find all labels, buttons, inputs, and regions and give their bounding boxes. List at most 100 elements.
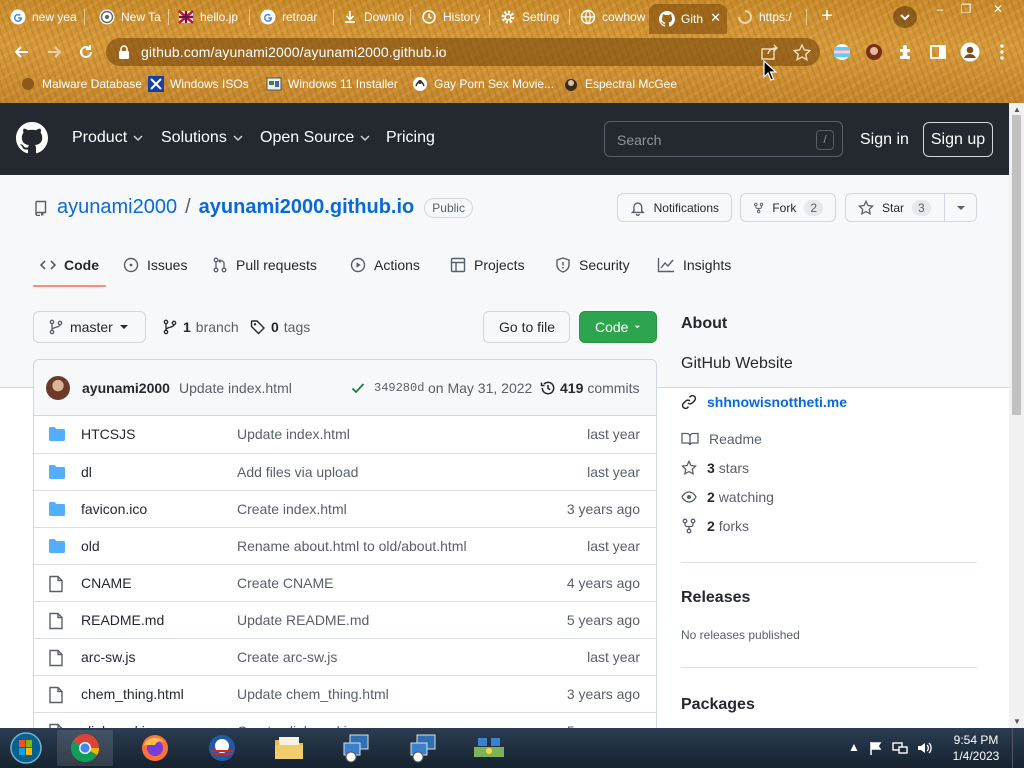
file-name-link[interactable]: chem_thing.html xyxy=(81,686,184,702)
sign-in-link[interactable]: Sign in xyxy=(860,131,909,149)
branches-link[interactable]: 1 branch xyxy=(162,319,239,335)
show-hidden-icons-arrow-icon[interactable]: ▲ xyxy=(848,740,860,754)
readme-link[interactable]: Readme xyxy=(681,431,762,447)
file-commit-message-link[interactable]: Create index.html xyxy=(237,501,347,517)
file-name-link[interactable]: README.md xyxy=(81,612,164,628)
tab-actions[interactable]: Actions xyxy=(350,243,420,287)
tab-projects[interactable]: Projects xyxy=(450,243,525,287)
bookmark-item[interactable]: Gay Porn Sex Movie... xyxy=(412,72,554,96)
taskbar-network-app-1[interactable] xyxy=(328,730,384,766)
taskbar-firefox[interactable] xyxy=(127,730,183,766)
go-to-file-button[interactable]: Go to file xyxy=(483,311,570,343)
start-button[interactable] xyxy=(0,730,52,766)
taskbar-file-explorer[interactable] xyxy=(261,730,317,766)
sign-up-button[interactable]: Sign up xyxy=(923,122,993,157)
search-input[interactable]: Search / xyxy=(604,121,843,157)
commit-author-link[interactable]: ayunami2000 xyxy=(82,380,170,396)
file-name-link[interactable]: CNAME xyxy=(81,575,132,591)
taskbar-network-map[interactable] xyxy=(461,730,517,766)
browser-tab[interactable]: hello.jp xyxy=(168,4,250,30)
bookmark-item[interactable]: Malware Database xyxy=(20,72,142,96)
tab-pull-requests[interactable]: Pull requests xyxy=(212,243,317,287)
vertical-scrollbar[interactable]: ▲ ▼ xyxy=(1009,103,1024,728)
browser-tab[interactable]: new yea xyxy=(0,4,85,30)
reload-button[interactable] xyxy=(73,39,99,65)
repo-owner-link[interactable]: ayunami2000 xyxy=(57,196,177,219)
browser-tab[interactable]: retroar xyxy=(250,4,334,30)
stars-link[interactable]: 3 stars xyxy=(681,460,749,476)
commits-link[interactable]: 419 commits xyxy=(540,380,639,396)
website-url[interactable]: shhnowisnottheti.me xyxy=(707,394,847,410)
share-icon[interactable] xyxy=(761,44,779,60)
lock-icon[interactable] xyxy=(118,45,130,59)
file-commit-message-link[interactable]: Create CNAME xyxy=(237,575,333,591)
tab-insights[interactable]: Insights xyxy=(657,243,731,287)
avatar[interactable] xyxy=(46,376,70,400)
file-commit-message-link[interactable]: Rename about.html to old/about.html xyxy=(237,538,467,554)
browser-tab[interactable]: New Ta xyxy=(89,4,169,30)
file-commit-message-link[interactable]: Update index.html xyxy=(237,426,350,442)
packages-heading[interactable]: Packages xyxy=(681,696,755,714)
flag-icon[interactable] xyxy=(869,741,883,755)
file-name-link[interactable]: HTCSJS xyxy=(81,426,135,442)
taskbar-network-app-2[interactable] xyxy=(395,730,451,766)
taskbar-obama-app[interactable] xyxy=(194,730,250,766)
releases-heading[interactable]: Releases xyxy=(681,589,750,607)
nav-solutions[interactable]: Solutions xyxy=(161,129,243,147)
restore-button[interactable]: ❐ xyxy=(953,0,979,18)
browser-tab[interactable]: cowhow xyxy=(570,4,649,30)
file-name-link[interactable]: favicon.ico xyxy=(81,501,147,517)
close-window-button[interactable]: ✕ xyxy=(985,0,1011,18)
kebab-menu-icon[interactable] xyxy=(992,42,1012,62)
scroll-up-arrow-icon[interactable]: ▲ xyxy=(1013,105,1021,114)
bookmark-item[interactable]: Windows 11 Installer xyxy=(266,72,398,96)
code-button[interactable]: Code xyxy=(579,311,657,343)
website-link[interactable]: shhnowisnottheti.me xyxy=(681,394,847,410)
scrollbar-thumb[interactable] xyxy=(1012,115,1021,415)
address-bar[interactable]: github.com/ayunami2000/ayunami2000.githu… xyxy=(106,38,820,66)
nav-pricing[interactable]: Pricing xyxy=(386,129,435,147)
browser-tab[interactable]: Gith ✕ xyxy=(649,4,727,34)
tab-search-button[interactable] xyxy=(893,6,917,28)
forward-button[interactable] xyxy=(41,39,67,65)
fork-button[interactable]: Fork 2 xyxy=(740,193,836,222)
repo-name-link[interactable]: ayunami2000.github.io xyxy=(199,196,415,219)
browser-tab[interactable]: Downlo xyxy=(332,4,411,30)
taskbar-chrome[interactable] xyxy=(57,730,113,766)
show-desktop-button[interactable] xyxy=(1012,728,1024,768)
profile-icon[interactable] xyxy=(960,42,980,62)
side-panel-icon[interactable] xyxy=(928,42,948,62)
notifications-button[interactable]: Notifications xyxy=(617,193,732,222)
watchers-link[interactable]: 2 watching xyxy=(681,489,774,505)
forks-link[interactable]: 2 forks xyxy=(681,518,749,534)
file-commit-message-link[interactable]: Update chem_thing.html xyxy=(237,686,389,702)
commit-message-link[interactable]: Update index.html xyxy=(179,380,292,396)
tab-code[interactable]: Code xyxy=(40,243,99,287)
minimize-button[interactable]: – xyxy=(927,0,953,18)
star-list-dropdown[interactable] xyxy=(945,194,977,221)
tab-issues[interactable]: Issues xyxy=(123,243,187,287)
browser-tab[interactable]: https:/ xyxy=(727,4,807,30)
address-url[interactable]: github.com/ayunami2000/ayunami2000.githu… xyxy=(141,44,447,60)
file-name-link[interactable]: dl xyxy=(81,464,92,480)
file-commit-message-link[interactable]: Create arc-sw.js xyxy=(237,649,337,665)
close-tab-icon[interactable]: ✕ xyxy=(710,10,721,26)
file-name-link[interactable]: arc-sw.js xyxy=(81,649,135,665)
file-commit-message-link[interactable]: Add files via upload xyxy=(237,464,358,480)
tags-link[interactable]: 0 tags xyxy=(250,319,310,335)
bookmark-star-icon[interactable] xyxy=(793,44,811,61)
bookmark-item[interactable]: Espectral McGee xyxy=(563,72,677,96)
commit-sha-link[interactable]: 349280d xyxy=(374,381,424,395)
check-icon[interactable] xyxy=(351,382,365,394)
avatar-extension-icon[interactable] xyxy=(864,42,884,62)
star-button[interactable]: Star 3 xyxy=(845,193,977,222)
puzzle-icon[interactable] xyxy=(896,42,916,62)
nav-open-source[interactable]: Open Source xyxy=(260,129,370,147)
nav-product[interactable]: Product xyxy=(72,129,143,147)
system-clock[interactable]: 9:54 PM 1/4/2023 xyxy=(945,732,1007,764)
tab-security[interactable]: Security xyxy=(555,243,630,287)
browser-tab[interactable]: History xyxy=(411,4,490,30)
browser-tab[interactable]: Setting xyxy=(490,4,570,30)
back-button[interactable] xyxy=(9,39,35,65)
file-commit-message-link[interactable]: Update README.md xyxy=(237,612,369,628)
